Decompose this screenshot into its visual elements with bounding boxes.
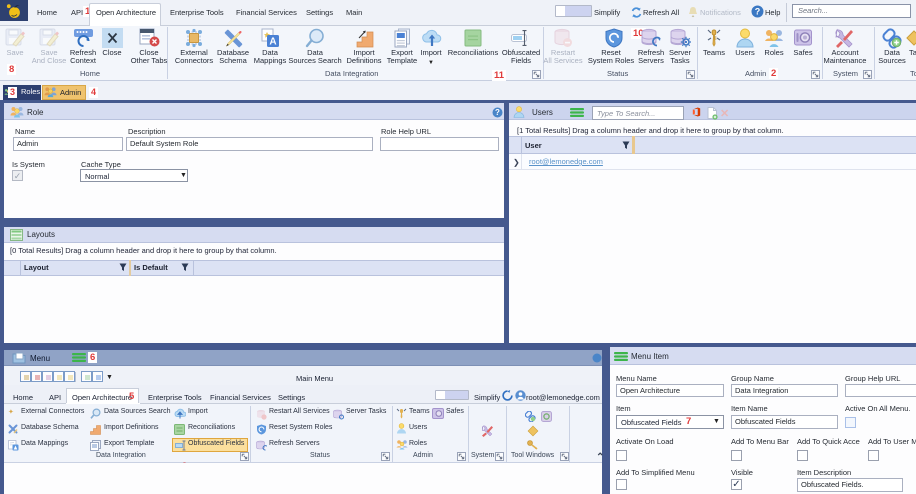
svg-text:?: ? bbox=[495, 108, 500, 117]
svg-text:A: A bbox=[269, 37, 276, 48]
svg-text:?: ? bbox=[755, 7, 761, 17]
